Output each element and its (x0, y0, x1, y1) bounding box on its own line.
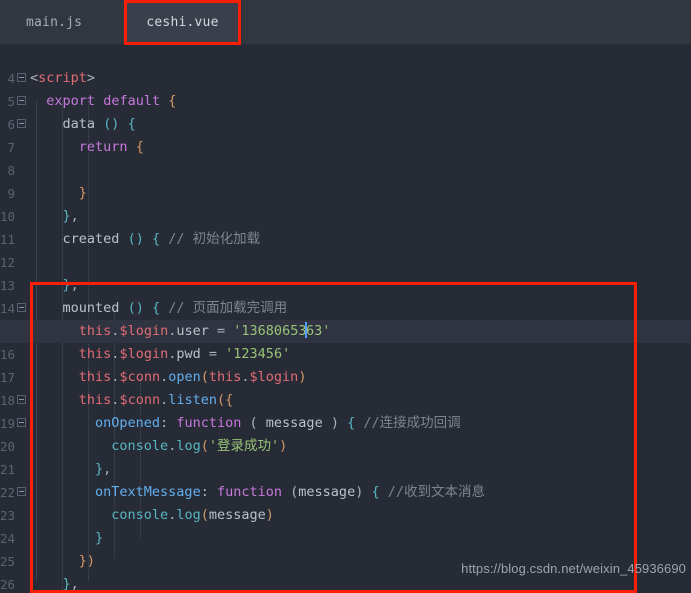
tab-main-js-label: main.js (26, 14, 83, 30)
code-line[interactable]: 12 created () { // 初始化加载 (0, 228, 691, 270)
line-content: data () { (62, 116, 136, 132)
tab-bar-filler (241, 0, 691, 44)
line-content: }) (78, 553, 96, 569)
line-content: export default { (46, 93, 177, 109)
fold-toggle-icon[interactable] (17, 487, 26, 496)
code-line[interactable]: 6 export default { (0, 90, 691, 132)
line-content: console.log(message) (111, 507, 274, 523)
line-content: this.$conn.listen({ (78, 392, 234, 408)
line-content: onOpened: function ( message ) { //连接成功回… (95, 415, 461, 431)
code-editor-area[interactable]: 4 5 <script> 6 export default { 7 data (… (0, 44, 691, 593)
code-line[interactable]: 20 onOpened: function ( message ) { //连接… (0, 412, 691, 454)
fold-toggle-icon[interactable] (17, 119, 26, 128)
code-line[interactable]: 9 (0, 159, 691, 201)
tab-separator-left (124, 0, 125, 44)
fold-toggle-icon[interactable] (17, 96, 26, 105)
tab-main-js[interactable]: main.js (0, 0, 124, 44)
tab-ceshi-vue-label: ceshi.vue (146, 14, 219, 30)
line-content: } (95, 530, 104, 546)
code-line[interactable]: 22 }, (0, 458, 691, 500)
tab-ceshi-vue[interactable]: ceshi.vue (124, 0, 241, 44)
code-line[interactable]: 11 }, (0, 205, 691, 247)
fold-toggle-icon[interactable] (17, 303, 26, 312)
code-line[interactable]: 7 data () { (0, 113, 691, 155)
code-line[interactable]: 8 return { (0, 136, 691, 178)
code-line-current[interactable]: 16 this.$login.user = '1368065363' (0, 320, 691, 362)
line-content: }, (62, 277, 79, 293)
fold-toggle-icon[interactable] (17, 395, 26, 404)
line-content: }, (62, 208, 79, 224)
line-content: mounted () { // 页面加载完调用 (62, 300, 288, 316)
code-line[interactable]: 15 mounted () { // 页面加载完调用 (0, 297, 691, 339)
code-line[interactable]: 14 }, (0, 274, 691, 316)
code-line[interactable]: 18 this.$conn.open(this.$login) (0, 366, 691, 408)
fold-toggle-icon[interactable] (17, 73, 26, 82)
line-content: this.$conn.open(this.$login) (78, 369, 307, 385)
code-line[interactable]: 4 (0, 44, 691, 86)
line-content: <script> (30, 70, 96, 86)
code-line[interactable]: 19 this.$conn.listen({ (0, 389, 691, 431)
line-content: this.$login.user = '1368065363' (78, 322, 331, 339)
code-line[interactable]: 17 this.$login.pwd = '123456' (0, 343, 691, 385)
line-content: this.$login.pwd = '123456' (78, 346, 291, 362)
code-line[interactable]: 23 onTextMessage: function (message) { /… (0, 481, 691, 523)
line-content: created () { // 初始化加载 (62, 231, 261, 247)
watermark-url: https://blog.csdn.net/weixin_45936690 (461, 561, 686, 576)
code-line[interactable]: 24 console.log(message) (0, 504, 691, 546)
code-editor-window: main.js ceshi.vue 4 5 <script> 6 export … (0, 0, 691, 593)
line-content: }, (95, 461, 112, 477)
editor-tab-bar: main.js ceshi.vue (0, 0, 691, 44)
code-line[interactable]: 10 } (0, 182, 691, 224)
line-content: }, (62, 576, 79, 592)
tab-separator-right (241, 0, 242, 44)
code-line[interactable]: 5 <script> (0, 67, 691, 109)
line-content: } (78, 185, 87, 201)
line-content: console.log('登录成功') (111, 438, 288, 454)
line-content: onTextMessage: function (message) { //收到… (95, 484, 486, 500)
code-line[interactable]: 13 (0, 251, 691, 293)
code-line[interactable]: 27 }, (0, 573, 691, 593)
line-content: return { (78, 139, 144, 155)
code-line[interactable]: 25 } (0, 527, 691, 569)
code-line[interactable]: 21 console.log('登录成功') (0, 435, 691, 477)
fold-toggle-icon[interactable] (17, 418, 26, 427)
